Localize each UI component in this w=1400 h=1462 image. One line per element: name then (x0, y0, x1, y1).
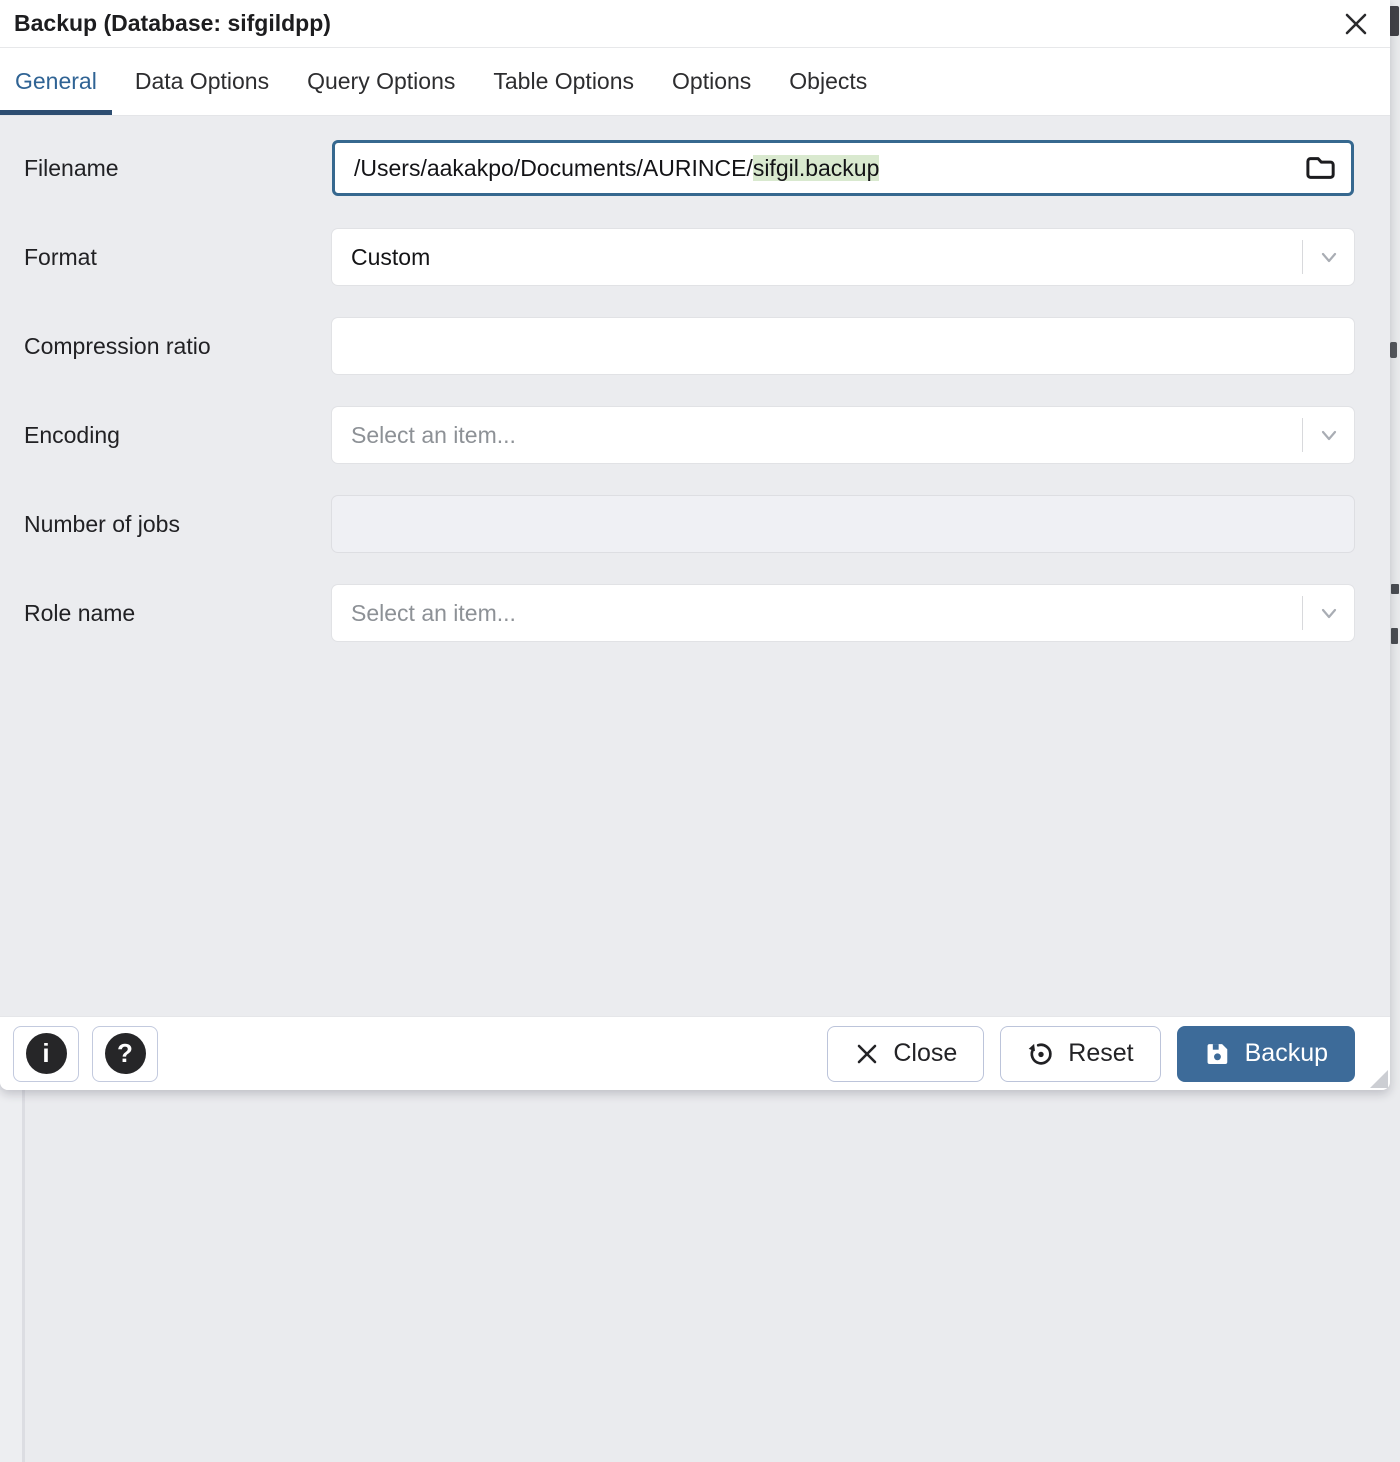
format-label: Format (0, 244, 332, 271)
sql-info-button[interactable]: i (13, 1026, 79, 1082)
tab-label: Objects (789, 68, 867, 95)
undo-icon (1027, 1040, 1055, 1068)
role-name-select[interactable]: Select an item... (332, 585, 1354, 641)
info-icon: i (26, 1033, 67, 1074)
tab-label: Options (672, 68, 751, 95)
clipped-background-content (1389, 6, 1399, 36)
tab-label: Table Options (493, 68, 634, 95)
background-window-area (0, 1090, 1400, 1462)
x-icon (854, 1041, 880, 1067)
dialog-title: Backup (Database: sifgildpp) (0, 10, 331, 37)
close-button[interactable]: Close (827, 1026, 984, 1082)
compression-ratio-input[interactable] (332, 318, 1354, 374)
number-of-jobs-label: Number of jobs (0, 511, 332, 538)
tab-query-options[interactable]: Query Options (292, 48, 470, 115)
tab-options[interactable]: Options (657, 48, 766, 115)
number-of-jobs-row: Number of jobs (0, 496, 1378, 552)
chevron-down-icon (1316, 422, 1342, 448)
format-selected-value: Custom (332, 244, 1302, 271)
filename-selected-text: sifgil.backup (753, 155, 880, 181)
filename-browse-button[interactable] (1303, 151, 1337, 185)
clipped-background-content (1391, 628, 1398, 644)
tab-table-options[interactable]: Table Options (478, 48, 649, 115)
dialog-close-button[interactable] (1340, 8, 1372, 40)
encoding-row: Encoding Select an item... (0, 407, 1378, 463)
dialog-footer: i ? Close Reset (0, 1016, 1390, 1090)
filename-label: Filename (0, 155, 332, 182)
chevron-down-icon (1316, 600, 1342, 626)
filename-path-prefix: /Users/aakakpo/Documents/AURINCE/ (354, 155, 753, 181)
format-select[interactable]: Custom (332, 229, 1354, 285)
tab-label: Data Options (135, 68, 269, 95)
clipped-background-content (1390, 342, 1397, 358)
filename-input[interactable]: /Users/aakakpo/Documents/AURINCE/sifgil.… (332, 140, 1354, 196)
role-name-dropdown-toggle[interactable] (1302, 596, 1354, 630)
tab-data-options[interactable]: Data Options (120, 48, 284, 115)
filename-row: Filename /Users/aakakpo/Documents/AURINC… (0, 140, 1378, 196)
tab-general[interactable]: General (0, 48, 112, 115)
encoding-select[interactable]: Select an item... (332, 407, 1354, 463)
general-tab-panel: Filename /Users/aakakpo/Documents/AURINC… (0, 116, 1390, 1016)
close-icon (1341, 9, 1371, 39)
dialog-resize-handle[interactable] (1370, 1070, 1388, 1088)
help-icon: ? (105, 1033, 146, 1074)
tab-label: General (15, 68, 97, 95)
role-name-label: Role name (0, 600, 332, 627)
encoding-label: Encoding (0, 422, 332, 449)
format-dropdown-toggle[interactable] (1302, 240, 1354, 274)
folder-icon (1303, 151, 1337, 185)
clipped-background-content (1391, 584, 1399, 594)
reset-button-label: Reset (1068, 1039, 1133, 1068)
reset-button[interactable]: Reset (1000, 1026, 1160, 1082)
dialog-tabs: General Data Options Query Options Table… (0, 48, 1390, 116)
compression-ratio-row: Compression ratio (0, 318, 1378, 374)
encoding-placeholder: Select an item... (332, 422, 1302, 449)
backup-button[interactable]: Backup (1177, 1026, 1355, 1082)
role-name-row: Role name Select an item... (0, 585, 1378, 641)
compression-ratio-label: Compression ratio (0, 333, 332, 360)
dialog-titlebar: Backup (Database: sifgildpp) (0, 0, 1390, 48)
save-icon (1204, 1040, 1232, 1068)
background-panel-divider (22, 1090, 25, 1462)
help-button[interactable]: ? (92, 1026, 158, 1082)
backup-dialog: Backup (Database: sifgildpp) General Dat… (0, 0, 1390, 1090)
backup-button-label: Backup (1245, 1039, 1328, 1068)
number-of-jobs-input (332, 496, 1354, 552)
tab-objects[interactable]: Objects (774, 48, 882, 115)
close-button-label: Close (893, 1039, 957, 1068)
filename-value: /Users/aakakpo/Documents/AURINCE/sifgil.… (354, 155, 1295, 182)
chevron-down-icon (1316, 244, 1342, 270)
background-left-panel (0, 1090, 22, 1462)
role-name-placeholder: Select an item... (332, 600, 1302, 627)
format-row: Format Custom (0, 229, 1378, 285)
encoding-dropdown-toggle[interactable] (1302, 418, 1354, 452)
tab-label: Query Options (307, 68, 455, 95)
